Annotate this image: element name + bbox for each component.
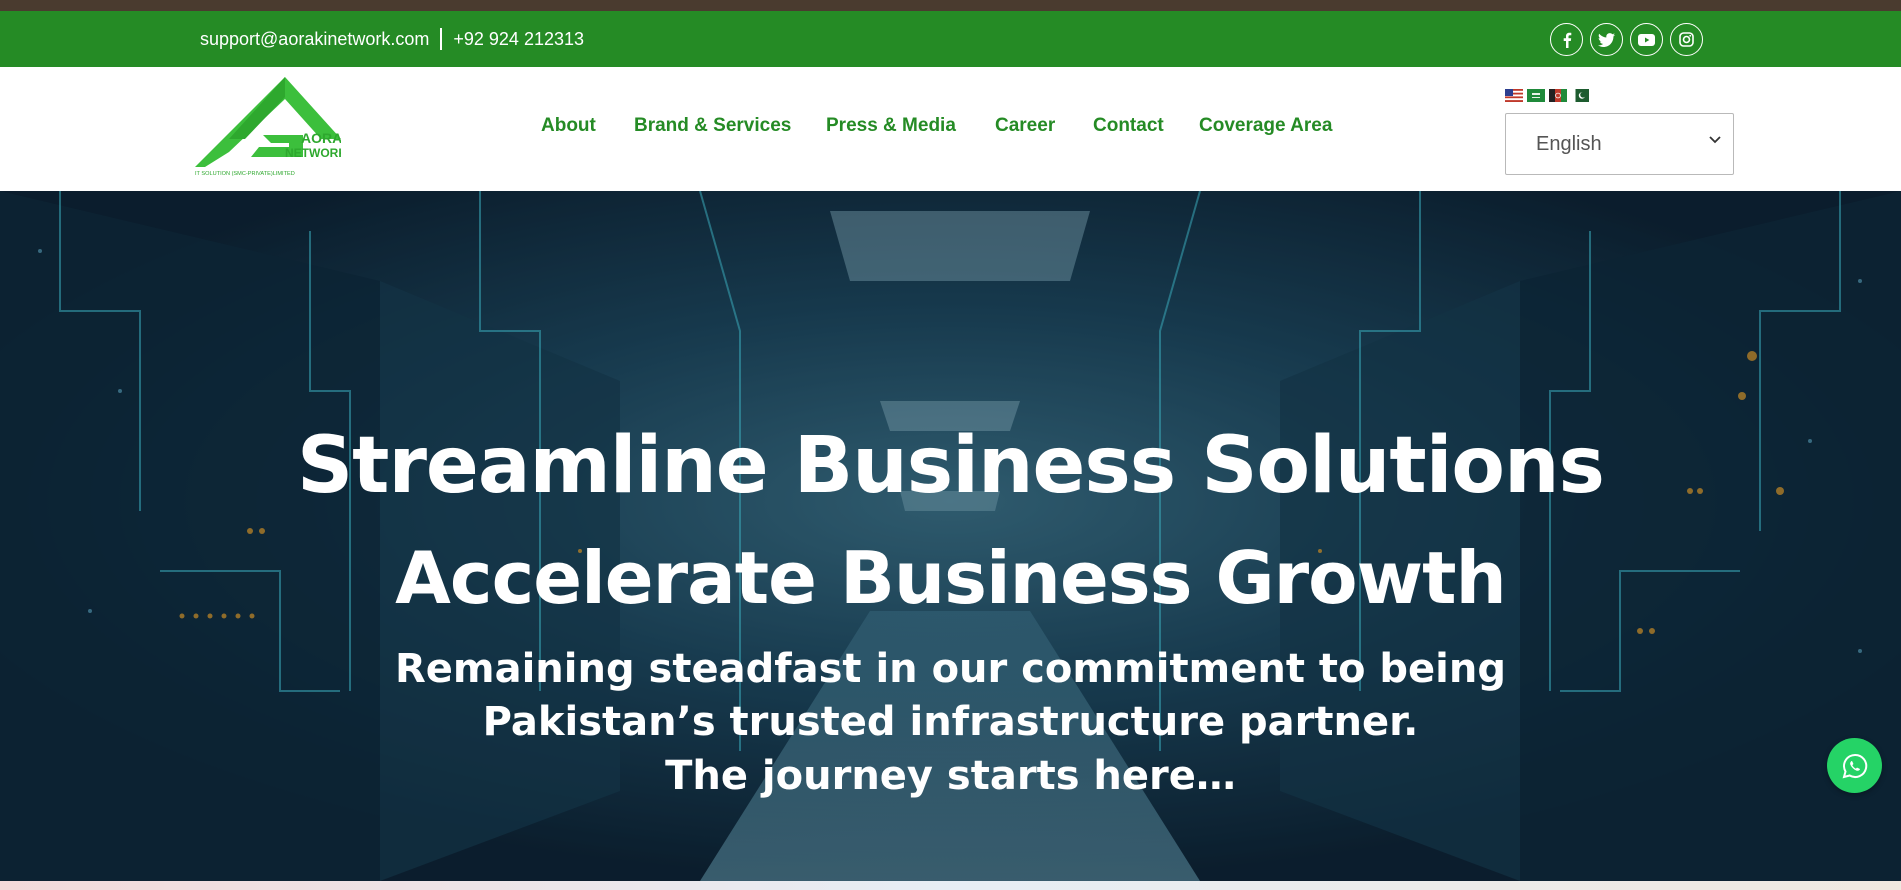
nav-contact[interactable]: Contact xyxy=(1093,115,1164,137)
nav-career[interactable]: Career xyxy=(995,115,1055,137)
hero-subtitle-line3: The journey starts here… xyxy=(665,753,1236,799)
phone-link[interactable]: +92 924 212313 xyxy=(453,29,584,50)
twitter-icon[interactable] xyxy=(1590,23,1623,56)
social-links xyxy=(1550,23,1703,56)
chevron-down-icon xyxy=(1709,136,1721,144)
hero-subtitle-line2: Pakistan’s trusted infrastructure partne… xyxy=(482,699,1419,745)
facebook-icon[interactable] xyxy=(1550,23,1583,56)
hero-title-line2: Accelerate Business Growth xyxy=(395,536,1507,620)
whatsapp-chat-button[interactable] xyxy=(1827,738,1882,793)
language-selected-value: English xyxy=(1536,132,1602,155)
contact-info: support@aorakinetwork.com +92 924 212313 xyxy=(200,11,584,67)
hero-title-line1: Streamline Business Solutions xyxy=(297,421,1605,511)
saudi-flag-icon[interactable] xyxy=(1527,89,1545,102)
instagram-icon[interactable] xyxy=(1670,23,1703,56)
contact-divider xyxy=(440,28,443,50)
hero-banner: Streamline Business Solutions Accelerate… xyxy=(0,191,1901,881)
pakistan-flag-icon[interactable] xyxy=(1571,89,1589,102)
language-select[interactable]: English xyxy=(1505,113,1734,175)
support-email-link[interactable]: support@aorakinetwork.com xyxy=(200,29,429,50)
nav-coverage-area[interactable]: Coverage Area xyxy=(1199,115,1332,137)
hero-subtitle-line1: Remaining steadfast in our commitment to… xyxy=(394,646,1506,692)
nav-about[interactable]: About xyxy=(541,115,596,137)
us-flag-icon[interactable] xyxy=(1505,89,1523,102)
language-flags xyxy=(1505,89,1589,102)
nav-press-media[interactable]: Press & Media xyxy=(826,115,956,137)
nav-brand-services[interactable]: Brand & Services xyxy=(634,115,791,137)
youtube-icon[interactable] xyxy=(1630,23,1663,56)
top-accent-strip xyxy=(0,0,1901,11)
afghanistan-flag-icon[interactable] xyxy=(1549,89,1567,102)
site-header: AORAKI NETWORK IT SOLUTION (SMC-PRIVATE)… xyxy=(0,67,1901,191)
whatsapp-icon xyxy=(1842,753,1867,778)
contact-topbar: support@aorakinetwork.com +92 924 212313 xyxy=(0,11,1901,67)
next-section-edge xyxy=(0,881,1901,890)
